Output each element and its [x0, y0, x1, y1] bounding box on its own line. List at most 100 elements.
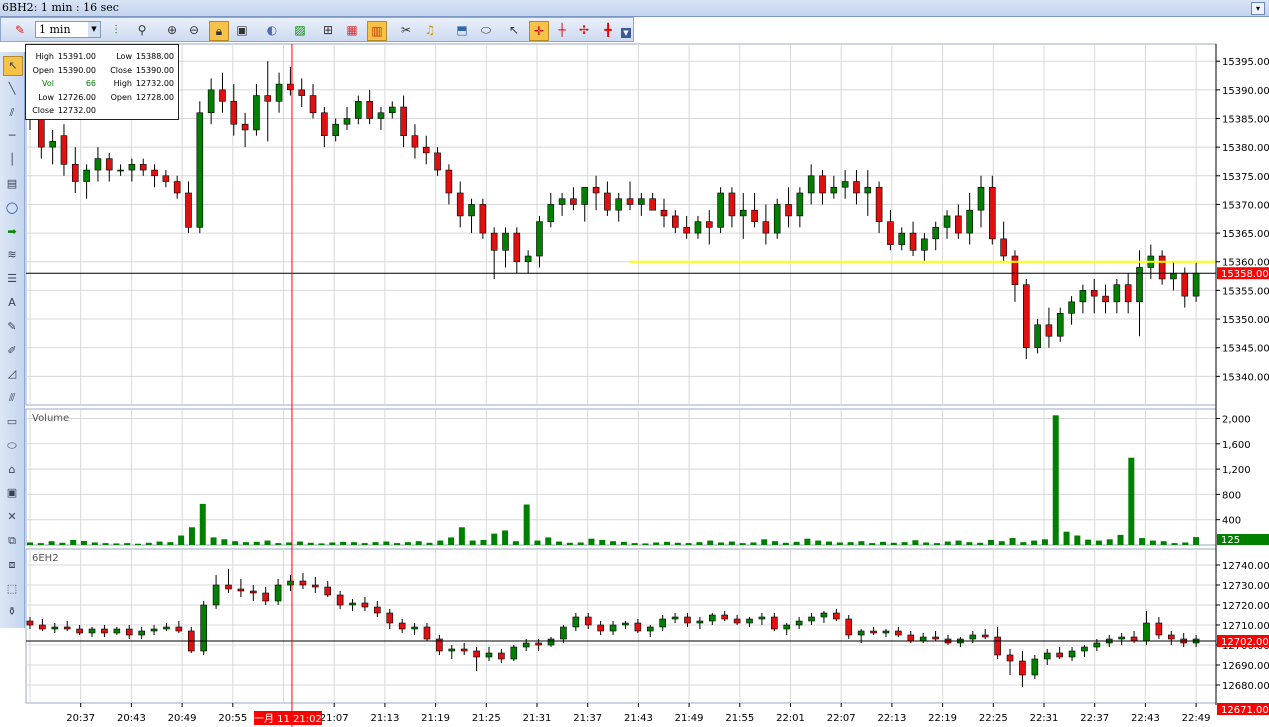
- volume-bar: [1160, 541, 1167, 545]
- fib-icon[interactable]: ☰: [3, 270, 21, 288]
- candle-body: [572, 616, 580, 628]
- candle-body: [649, 198, 656, 211]
- window-icon[interactable]: ▣: [3, 484, 21, 502]
- ohlc-row: Vol 66 High 12732.00: [30, 79, 174, 88]
- candle-body: [535, 642, 542, 646]
- triangle-icon[interactable]: ◿: [3, 365, 21, 383]
- bell-icon[interactable]: ♫: [421, 21, 439, 39]
- lock-icon[interactable]: 🔒︎: [209, 21, 229, 41]
- minimize-button[interactable]: ▾: [1251, 2, 1265, 15]
- parallel-icon[interactable]: ⫽: [3, 104, 21, 122]
- candle-body: [51, 626, 59, 630]
- y-tick-label: 1,200: [1222, 465, 1251, 476]
- select-icon[interactable]: ⬚: [3, 580, 21, 598]
- delete-icon[interactable]: ✕: [3, 508, 21, 526]
- candle-body: [522, 642, 530, 648]
- volume-bar: [48, 541, 55, 545]
- interval-select[interactable]: 1 min ▼: [35, 21, 101, 38]
- cross-icon[interactable]: ┼: [553, 21, 571, 39]
- layers2-icon[interactable]: ⧈: [3, 556, 21, 574]
- candle-body: [1136, 267, 1143, 303]
- arrow-icon[interactable]: ➡: [3, 223, 21, 241]
- trash-icon[interactable]: ⚱: [3, 603, 21, 621]
- crosshair-icon[interactable]: ✛: [529, 21, 549, 41]
- candle-body: [287, 580, 294, 586]
- y-tick-label: 15355.00: [1222, 286, 1269, 297]
- candle-body: [321, 112, 328, 136]
- indicators-icon[interactable]: ▨: [291, 21, 309, 39]
- volume-bar: [782, 542, 789, 545]
- cross-red-icon[interactable]: ╋: [599, 21, 617, 39]
- volume-bar: [253, 541, 260, 545]
- pointer-icon[interactable]: ↖: [505, 21, 523, 39]
- ellipse-icon[interactable]: ◯: [3, 199, 21, 217]
- pen-icon[interactable]: ✎: [3, 318, 21, 336]
- candle-body: [819, 175, 826, 194]
- y-tick-label: 15365.00: [1222, 229, 1269, 240]
- candle-body: [502, 232, 509, 251]
- volume-bar: [966, 542, 973, 545]
- home-icon[interactable]: ⌂: [3, 461, 21, 479]
- zoom-out-icon[interactable]: ⊖: [185, 21, 203, 39]
- pencil-icon[interactable]: ✐: [3, 342, 21, 360]
- x-tick-label: 21:25: [472, 713, 501, 724]
- zoom-icon[interactable]: ⚲: [133, 21, 151, 39]
- candle-body: [857, 630, 865, 636]
- volume-bar: [80, 540, 87, 545]
- rectangle-icon[interactable]: ▭: [3, 413, 21, 431]
- ohlc-row: Low 12726.00 Open 12728.00: [30, 93, 174, 102]
- ohlc-key: High: [35, 52, 54, 61]
- export-icon[interactable]: ⬒: [453, 21, 471, 39]
- candle-body: [309, 95, 317, 114]
- volume-bar: [696, 542, 703, 545]
- vline-icon[interactable]: │: [3, 151, 21, 169]
- toolbar-options-icon[interactable]: ▼: [621, 28, 631, 38]
- candle-body: [1105, 638, 1113, 644]
- candle-body: [336, 594, 344, 606]
- volume-bar: [664, 541, 671, 545]
- scissors-icon[interactable]: ✂: [397, 21, 415, 39]
- volume-bar: [556, 541, 563, 545]
- eraser-icon[interactable]: ⬭: [477, 21, 495, 39]
- candle-body: [807, 175, 815, 194]
- current-price-label: 12702.00: [1221, 637, 1269, 648]
- candle-body: [298, 89, 306, 96]
- pin-icon[interactable]: ✎: [11, 21, 29, 39]
- global-cross-icon[interactable]: ✢: [575, 21, 593, 39]
- candle-body: [977, 186, 985, 211]
- line-icon[interactable]: ╲: [3, 80, 21, 98]
- x-tick-label: 21:19: [421, 713, 450, 724]
- grid-icon[interactable]: ▦: [343, 21, 361, 39]
- volume-bar: [610, 541, 617, 545]
- hierarchy-icon[interactable]: ⊞: [319, 21, 337, 39]
- x-tick-label: 22:01: [776, 713, 805, 724]
- candle-body: [841, 181, 849, 188]
- zoom-in-icon[interactable]: ⊕: [163, 21, 181, 39]
- volume-bar: [977, 542, 984, 545]
- hline-icon[interactable]: ─: [3, 127, 21, 145]
- candle-body: [845, 618, 853, 636]
- fan-icon[interactable]: ⫻: [3, 389, 21, 407]
- candle-body: [60, 135, 68, 165]
- volume-bar: [491, 533, 498, 545]
- candle-body: [524, 255, 532, 263]
- bar-style-icon[interactable]: ⫶: [107, 21, 125, 39]
- volume-bar: [847, 542, 854, 545]
- candle-body: [634, 622, 642, 632]
- candle-body: [490, 232, 498, 251]
- note-icon[interactable]: ▤: [3, 175, 21, 193]
- strategy-icon[interactable]: ◐: [263, 21, 281, 39]
- wave-icon[interactable]: ≋: [3, 246, 21, 264]
- columns-icon[interactable]: ▥: [367, 21, 387, 41]
- candle-body: [875, 186, 883, 222]
- volume-bar: [394, 543, 401, 545]
- volume-bar: [545, 537, 552, 545]
- layers-icon[interactable]: ⧉: [3, 532, 21, 550]
- properties-icon[interactable]: ▣: [233, 21, 251, 39]
- volume-bar: [296, 541, 303, 545]
- text-icon[interactable]: A: [3, 294, 21, 312]
- circle-icon[interactable]: ⬭: [3, 437, 21, 455]
- y-tick-label: 800: [1222, 490, 1241, 501]
- candle-body: [196, 112, 204, 228]
- cursor-icon[interactable]: ↖: [3, 56, 23, 76]
